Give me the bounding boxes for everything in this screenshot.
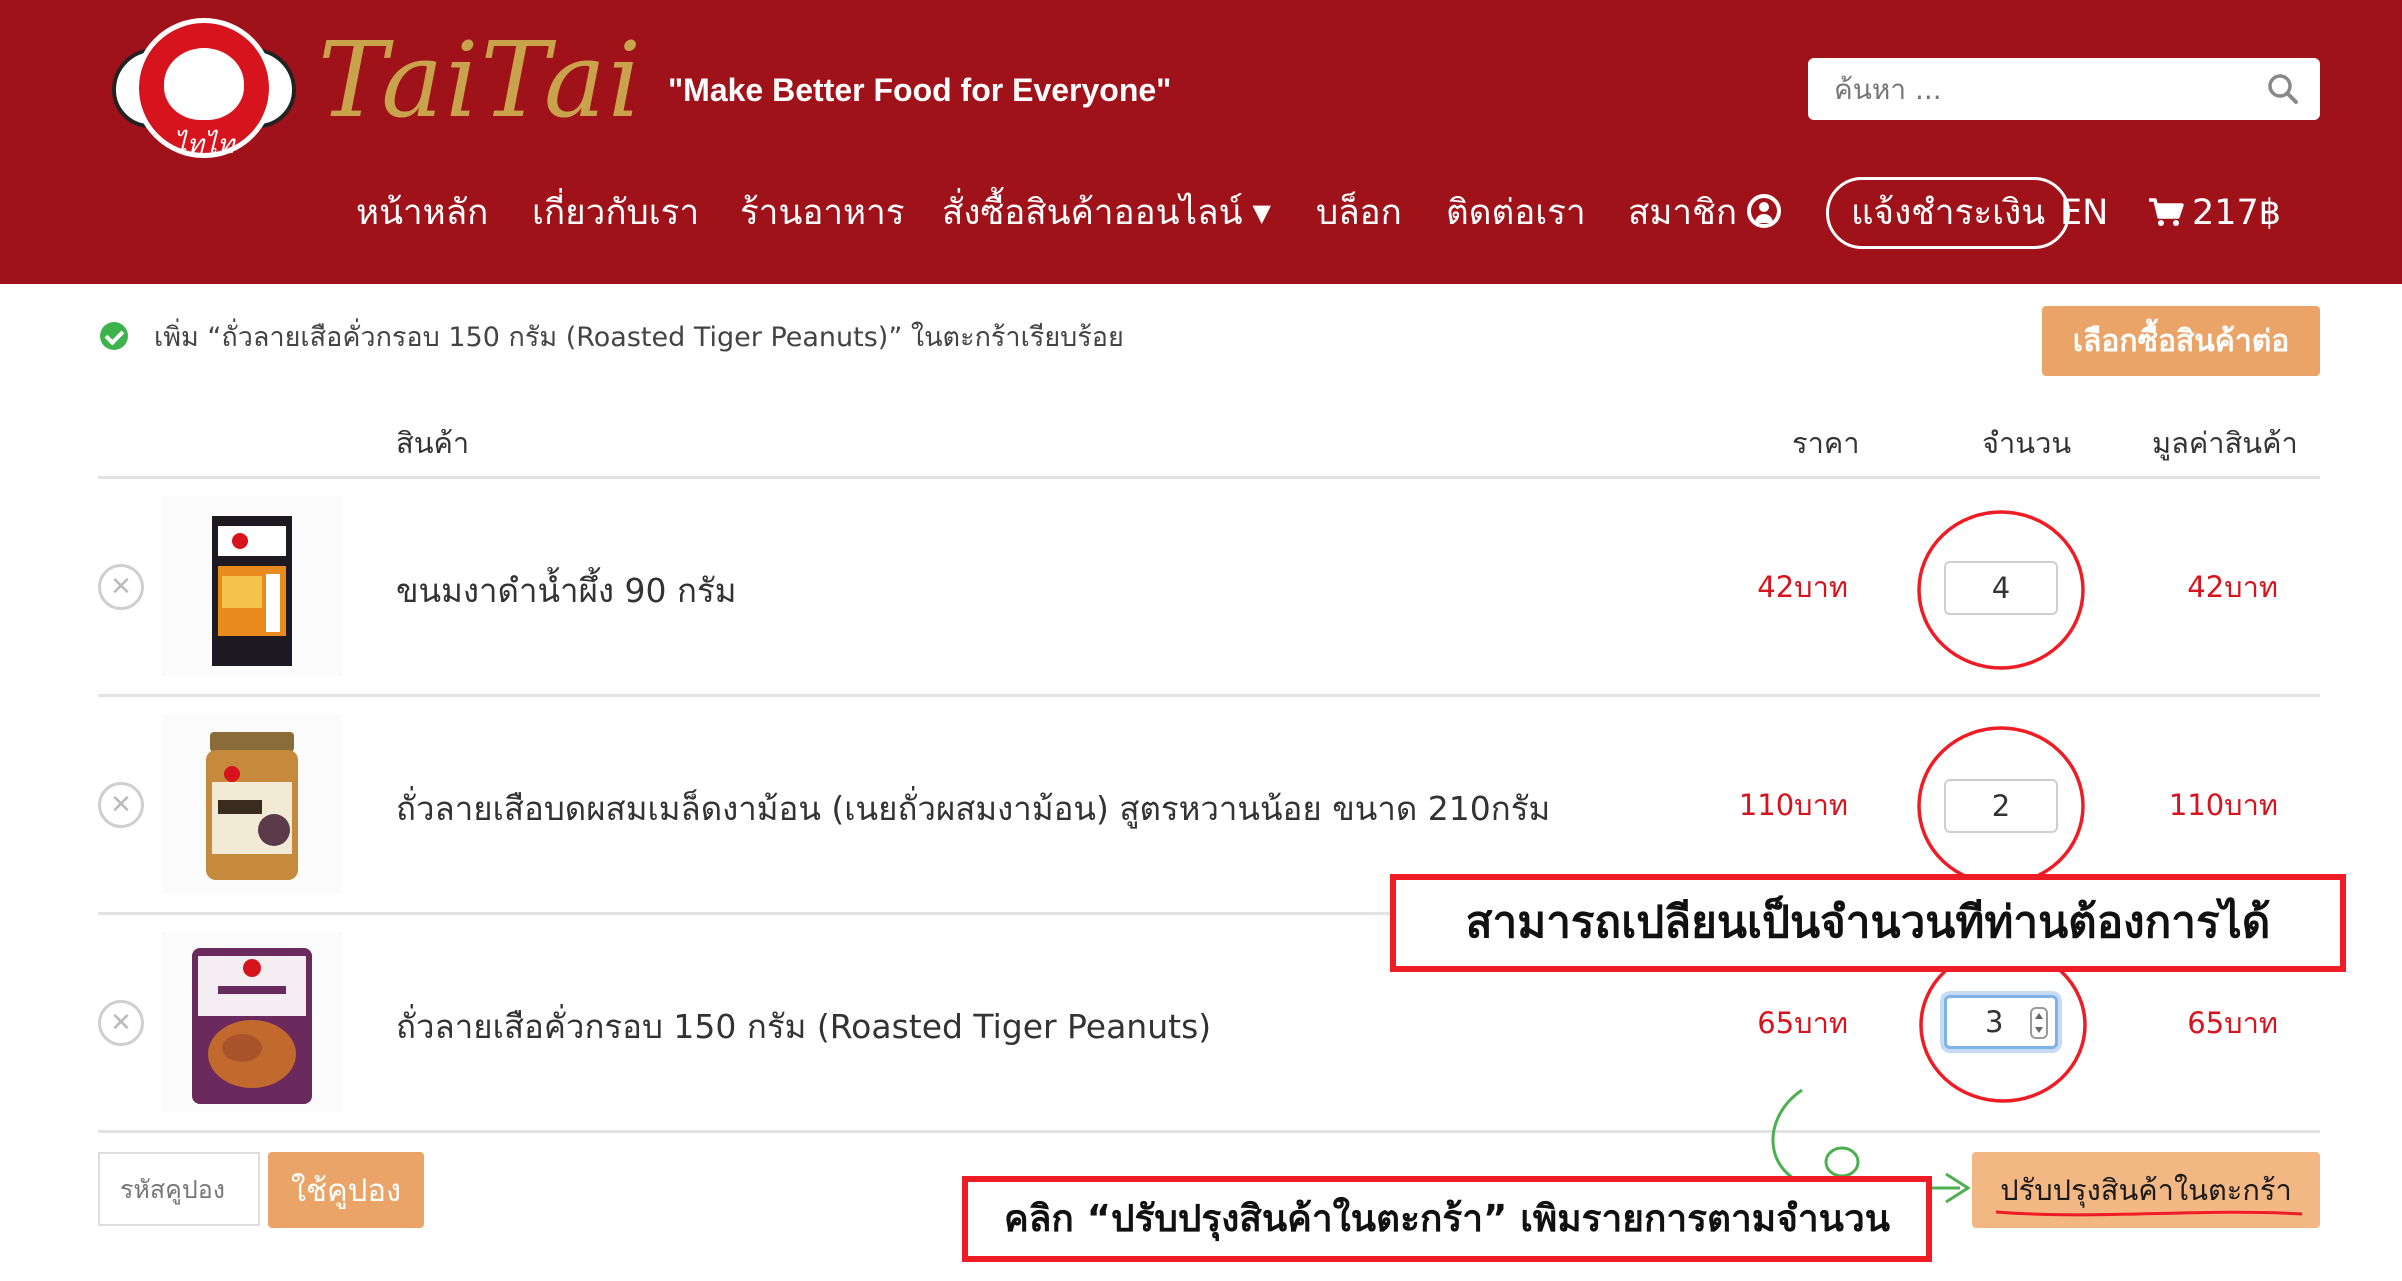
nav-payment-notice[interactable]: แจ้งชำระเงิน: [1826, 177, 2071, 249]
chevron-down-icon: ▼: [1252, 199, 1271, 227]
green-arrow-line: [1771, 1088, 1960, 1190]
green-arrow-head: [1945, 1172, 1971, 1204]
product-subtotal: 110บาท: [2168, 788, 2278, 822]
nav-about[interactable]: เกี่ยวกับเรา: [532, 180, 699, 246]
site-header: ไทไท TaiTai "Make Better Food for Everyo…: [0, 0, 2402, 284]
remove-item-button[interactable]: ✕: [98, 1000, 144, 1046]
product-name[interactable]: ถั่วลายเสือบดผสมเมล็ดงาม้อน (เนยถั่วผสมง…: [396, 782, 1550, 835]
language-switch[interactable]: EN: [2060, 180, 2108, 246]
product-name[interactable]: ถั่วลายเสือคั่วกรอบ 150 กรัม (Roasted Ti…: [396, 1000, 1211, 1053]
header-price: ราคา: [1792, 426, 1860, 460]
green-arrow-loop: [1824, 1146, 1860, 1178]
quantity-input[interactable]: [1944, 779, 2058, 833]
quantity-stepper[interactable]: [2030, 1007, 2048, 1039]
added-to-cart-notice: เพิ่ม “ถั่วลายเสือคั่วกรอบ 150 กรัม (Roa…: [100, 318, 1124, 358]
remove-item-button[interactable]: ✕: [98, 564, 144, 610]
continue-shopping-button[interactable]: เลือกซื้อสินค้าต่อ: [2042, 306, 2320, 376]
language-label: EN: [2060, 193, 2109, 233]
nav-shop-online-label: สั่งซื้อสินค้าออนไลน์: [942, 193, 1243, 233]
notice-message: เพิ่ม “ถั่วลายเสือคั่วกรอบ 150 กรัม (Roa…: [154, 322, 1124, 353]
header-product: สินค้า: [396, 426, 470, 460]
table-divider: [98, 1130, 2320, 1133]
product-price: 110บาท: [1738, 788, 1848, 822]
table-divider: [98, 476, 2320, 479]
search-icon[interactable]: [2266, 72, 2300, 106]
nav-shop-online[interactable]: สั่งซื้อสินค้าออนไลน์ ▼: [942, 180, 1271, 246]
nav-member[interactable]: สมาชิก: [1628, 180, 1782, 246]
check-circle-icon: [100, 322, 128, 350]
annotation-change-quantity: สามารถเปลียนเป็นจำนวนทีท่านต้องการได้: [1390, 874, 2346, 972]
product-image-peanut-perilla[interactable]: [162, 714, 342, 894]
brand-wordmark[interactable]: TaiTai: [318, 28, 643, 132]
nav-restaurant-label: ร้านอาหาร: [740, 193, 905, 233]
nav-payment-notice-label: แจ้งชำระเงิน: [1851, 193, 2046, 233]
logo-thai-text: ไทไท: [173, 130, 235, 160]
search-box: [1808, 58, 2320, 120]
nav-about-label: เกี่ยวกับเรา: [532, 193, 700, 233]
remove-item-button[interactable]: ✕: [98, 782, 144, 828]
cart-total: 217฿: [2192, 193, 2282, 233]
cart-icon: [2149, 198, 2184, 226]
main-nav: หน้าหลัก เกี่ยวกับเรา ร้านอาหาร สั่งซื้อ…: [0, 177, 2402, 249]
update-cart-button[interactable]: ปรับปรุงสินค้าในตะกร้า: [1972, 1152, 2320, 1228]
elephant-logo[interactable]: ไทไท: [108, 18, 300, 160]
product-name[interactable]: ขนมงาดำน้ำผึ้ง 90 กรัม: [396, 564, 736, 617]
table-divider: [98, 694, 2320, 697]
logo-elephant-face: [164, 48, 244, 120]
nav-home-label: หน้าหลัก: [356, 193, 489, 233]
product-price: 65บาท: [1757, 1006, 1848, 1040]
nav-contact[interactable]: ติดต่อเรา: [1446, 180, 1586, 246]
nav-restaurant[interactable]: ร้านอาหาร: [740, 180, 905, 246]
search-input[interactable]: [1808, 58, 2248, 120]
product-subtotal: 65บาท: [2187, 1006, 2278, 1040]
page: ไทไท TaiTai "Make Better Food for Everyo…: [0, 0, 2402, 1281]
product-subtotal: 42บาท: [2187, 570, 2278, 604]
quantity-input[interactable]: [1944, 561, 2058, 615]
nav-blog-label: บล็อก: [1316, 193, 1402, 233]
header-subtotal: มูลค่าสินค้า: [2152, 426, 2298, 460]
product-image-roasted-peanuts[interactable]: [162, 932, 342, 1112]
nav-contact-label: ติดต่อเรา: [1446, 193, 1586, 233]
header-quantity: จำนวน: [1982, 426, 2072, 460]
annotation-click-update: คลิก “ปรับปรุงสินค้าในตะกร้า” เพิมรายการ…: [962, 1176, 1932, 1262]
product-image-honey-sesame[interactable]: [162, 496, 342, 676]
apply-coupon-button[interactable]: ใช้คูปอง: [268, 1152, 424, 1228]
coupon-code-input[interactable]: [98, 1152, 260, 1226]
nav-blog[interactable]: บล็อก: [1316, 180, 1402, 246]
cart-link[interactable]: 217฿: [2148, 180, 2281, 246]
nav-member-label: สมาชิก: [1628, 193, 1738, 233]
nav-home[interactable]: หน้าหลัก: [356, 180, 488, 246]
user-circle-icon: [1747, 194, 1782, 228]
brand-tagline: "Make Better Food for Everyone": [668, 72, 1172, 108]
product-price: 42บาท: [1757, 570, 1848, 604]
